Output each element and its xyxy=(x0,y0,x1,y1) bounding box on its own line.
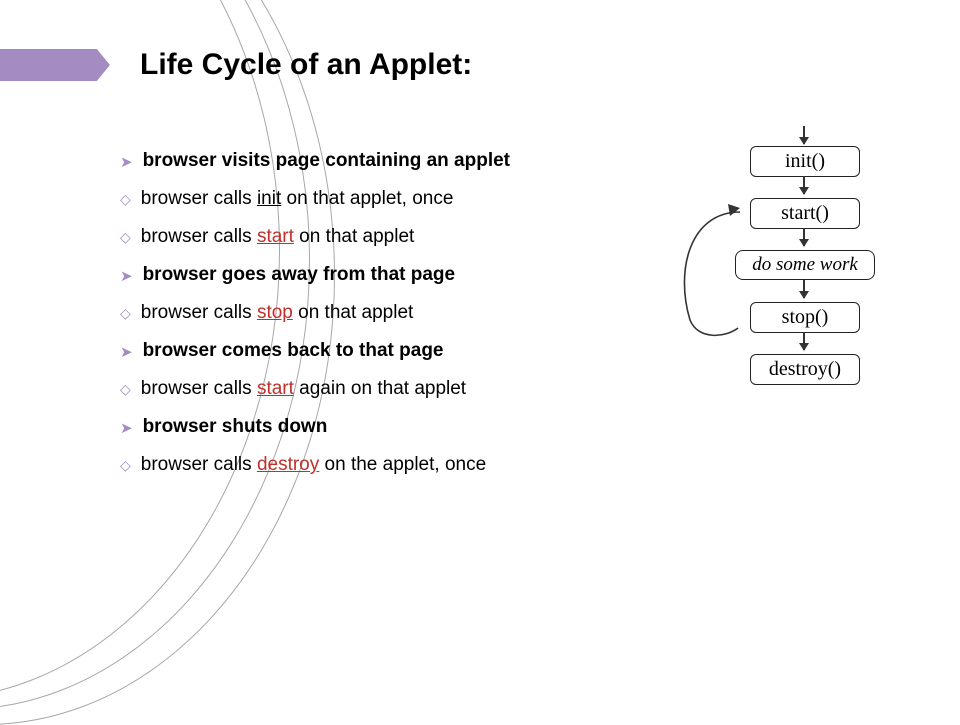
diamond-bullet-icon: ◇ xyxy=(120,191,131,208)
list-item: ➤ browser visits page containing an appl… xyxy=(120,150,640,172)
list-item-text: browser calls start on that applet xyxy=(141,226,415,248)
bullet-list: ➤ browser visits page containing an appl… xyxy=(120,150,640,492)
diamond-bullet-icon: ◇ xyxy=(120,305,131,322)
diagram-node-stop: stop() xyxy=(750,302,860,333)
list-item-text: browser comes back to that page xyxy=(143,340,444,362)
arrow-bullet-icon: ➤ xyxy=(120,419,133,437)
list-item-text: browser calls init on that applet, once xyxy=(141,188,454,210)
arrow-down-icon xyxy=(803,126,805,144)
diagram-node-work: do some work xyxy=(735,250,875,280)
title-row: Life Cycle of an Applet: xyxy=(0,48,472,82)
list-item-text: browser shuts down xyxy=(143,416,328,438)
lifecycle-diagram: init() start() do some work stop() destr… xyxy=(640,140,900,470)
list-item: ◇ browser calls stop on that applet xyxy=(120,302,640,324)
list-item-text: browser calls stop on that applet xyxy=(141,302,414,324)
arrow-bullet-icon: ➤ xyxy=(120,343,133,361)
diagram-node-start: start() xyxy=(750,198,860,229)
arrow-down-icon xyxy=(803,228,805,246)
diamond-bullet-icon: ◇ xyxy=(120,381,131,398)
diagram-node-init: init() xyxy=(750,146,860,177)
list-item: ◇ browser calls start again on that apple… xyxy=(120,378,640,400)
arrow-down-icon xyxy=(803,280,805,298)
diamond-bullet-icon: ◇ xyxy=(120,457,131,474)
list-item: ◇ browser calls destroy on the applet, on… xyxy=(120,454,640,476)
arrow-down-icon xyxy=(803,176,805,194)
list-item: ➤ browser goes away from that page xyxy=(120,264,640,286)
arrow-down-icon xyxy=(803,332,805,350)
list-item-text: browser goes away from that page xyxy=(143,264,456,286)
list-item: ➤ browser shuts down xyxy=(120,416,640,438)
diagram-node-destroy: destroy() xyxy=(750,354,860,385)
list-item: ➤ browser comes back to that page xyxy=(120,340,640,362)
arrow-bullet-icon: ➤ xyxy=(120,153,133,171)
page-title: Life Cycle of an Applet: xyxy=(140,48,472,82)
pentagon-icon xyxy=(0,49,110,81)
loop-arrow-icon xyxy=(670,200,740,340)
list-item-text: browser calls destroy on the applet, onc… xyxy=(141,454,486,476)
list-item-text: browser calls start again on that applet xyxy=(141,378,466,400)
list-item: ◇ browser calls start on that applet xyxy=(120,226,640,248)
list-item-text: browser visits page containing an applet xyxy=(143,150,510,172)
list-item: ◇ browser calls init on that applet, once xyxy=(120,188,640,210)
arrow-bullet-icon: ➤ xyxy=(120,267,133,285)
diamond-bullet-icon: ◇ xyxy=(120,229,131,246)
